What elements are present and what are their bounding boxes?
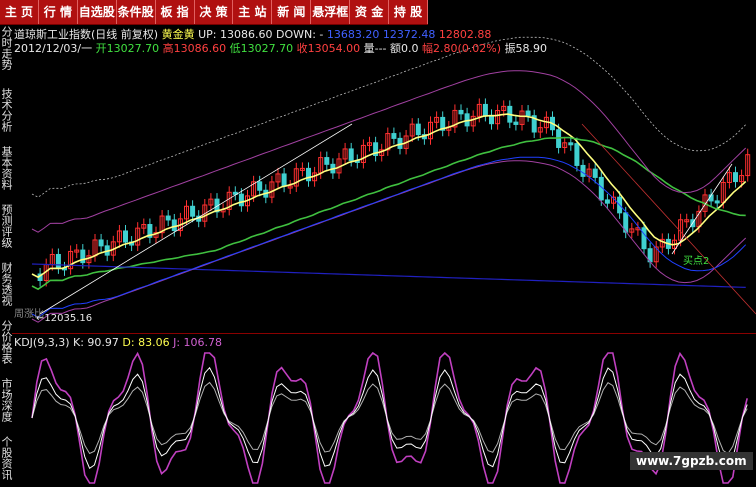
amplitude-value: 振58.90 <box>504 42 548 55</box>
ma-yellow-line <box>31 113 747 279</box>
candle-body <box>238 193 244 207</box>
trend-line <box>39 123 353 315</box>
candle-body <box>55 253 61 269</box>
candle-body <box>348 148 354 161</box>
candle-body <box>458 109 464 115</box>
tab-price-table[interactable]: 分价格表 <box>0 320 13 364</box>
high-value: 高13086.60 <box>162 42 227 55</box>
trend-line-down <box>581 123 756 315</box>
volume-value: 量--- <box>363 42 387 55</box>
menu-watchlist[interactable]: 自选股 <box>78 0 117 24</box>
candle-body <box>165 215 171 221</box>
menu-holdings[interactable]: 持 股 <box>389 0 428 24</box>
candle-body <box>415 123 421 136</box>
candle-body <box>489 114 494 125</box>
candle-body <box>482 103 488 116</box>
candle-body <box>306 167 311 182</box>
tab-intraday[interactable]: 分时走势 <box>0 26 13 70</box>
menu-float[interactable]: 悬浮框 <box>311 0 351 24</box>
candle-body <box>190 205 196 217</box>
menu-decision[interactable]: 决 策 <box>195 0 234 24</box>
buy-point-label: 买点2 <box>683 256 710 267</box>
candle-body <box>513 121 519 125</box>
watermark: www.7gpzb.com <box>630 452 753 470</box>
candle-body <box>714 200 720 204</box>
candlestick-chart[interactable] <box>12 24 756 334</box>
candle-body <box>98 239 104 247</box>
left-vertical-tabs: 分时走势 技术分析 基本资料 预测评级 财务透视 分价格表 市场深度 个股资讯 <box>0 24 13 487</box>
ma-blue-line <box>31 263 746 288</box>
candle-body <box>123 230 128 243</box>
envelope-lower <box>31 156 747 318</box>
candle-body <box>574 143 580 166</box>
menu-screener[interactable]: 条件股 <box>117 0 156 24</box>
tab-rating[interactable]: 预测评级 <box>0 204 13 248</box>
candle-body <box>281 173 287 187</box>
candle-body <box>641 227 647 250</box>
menu-quotes[interactable]: 行 情 <box>39 0 78 24</box>
low-price-label: ←12035.16 <box>36 313 93 324</box>
ma-green-line <box>31 136 746 291</box>
candle-body <box>592 168 598 178</box>
envelope-upper <box>31 36 746 198</box>
tab-technical[interactable]: 技术分析 <box>0 88 13 132</box>
menu-funds[interactable]: 资 金 <box>350 0 390 24</box>
candle-body <box>257 181 263 191</box>
close-value: 收13054.00 <box>296 42 361 55</box>
candle-body <box>733 172 738 183</box>
tab-fundamentals[interactable]: 基本资料 <box>0 146 13 190</box>
candle-body <box>604 199 610 204</box>
candle-body <box>171 219 177 232</box>
menu-home[interactable]: 主 页 <box>0 0 39 24</box>
candle-body <box>568 142 574 146</box>
open-value: 开13027.70 <box>95 42 160 55</box>
tab-depth[interactable]: 市场深度 <box>0 378 13 422</box>
low-value: 低13027.70 <box>229 42 294 55</box>
amount-value: 额0.0 <box>390 42 419 55</box>
candle-body <box>525 110 531 117</box>
menu-indices[interactable]: 板 指 <box>156 0 195 24</box>
candle-body <box>391 133 397 139</box>
marker-label: 周涨比 <box>14 309 44 320</box>
change-value: 幅2.80(0.02%) <box>422 42 502 55</box>
bollinger-upper <box>31 70 747 233</box>
trend-line-short <box>671 163 733 255</box>
bar-date: 2012/12/03/一 <box>14 42 93 55</box>
candle-body <box>580 164 586 177</box>
bollinger-lower <box>31 160 747 323</box>
menu-news[interactable]: 新 闻 <box>272 0 312 24</box>
ohlc-line: 2012/12/03/一 开13027.70 高13086.60 低13027.… <box>14 40 547 56</box>
panel-divider <box>12 333 756 334</box>
candle-body <box>80 249 86 264</box>
kdj-d-line <box>31 381 748 455</box>
menu-server[interactable]: 主 站 <box>233 0 273 24</box>
candle-body <box>324 157 330 165</box>
tab-financials[interactable]: 财务透视 <box>0 262 13 306</box>
top-menu-bar: 主 页 行 情 自选股 条件股 板 指 决 策 主 站 新 闻 悬浮框 资 金 … <box>0 0 428 25</box>
tab-stock-news[interactable]: 个股资讯 <box>0 436 13 480</box>
